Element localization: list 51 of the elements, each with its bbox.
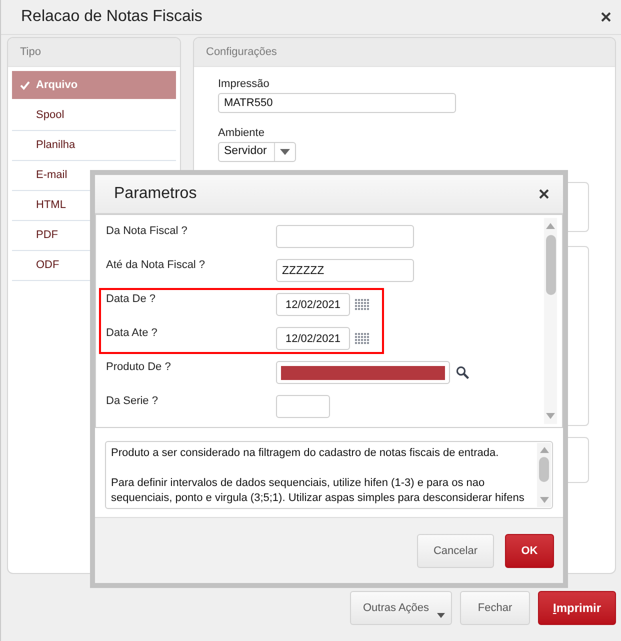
help-text-area[interactable]	[105, 441, 553, 509]
search-icon[interactable]	[456, 366, 469, 379]
scrollbar[interactable]	[537, 443, 551, 507]
dialog-title: Parametros	[114, 184, 198, 204]
panel-title: Configurações	[206, 44, 277, 60]
scrollbar-thumb[interactable]	[539, 457, 549, 482]
date-field[interactable]: 12/02/2021	[276, 293, 350, 316]
help-paragraph: Produto a ser considerado na filtragem do cadastro de notas fiscais de entrada.	[111, 446, 500, 461]
field-label: Impressão	[218, 77, 270, 91]
close-icon[interactable]	[539, 189, 549, 199]
type-option[interactable]: PDF	[36, 227, 58, 244]
check-icon	[20, 80, 30, 90]
dialog-button[interactable]: Cancelar	[417, 534, 494, 568]
date-field[interactable]: 12/02/2021	[276, 327, 350, 350]
scroll-up-icon[interactable]	[546, 223, 555, 229]
parameter-label: Data De ?	[106, 292, 157, 307]
scroll-down-icon[interactable]	[540, 497, 548, 503]
close-icon[interactable]	[601, 12, 611, 22]
text-field[interactable]: MATR550	[218, 93, 456, 113]
parameter-label: Data Ate ?	[106, 326, 158, 341]
parameter-label: Até da Nota Fiscal ?	[106, 258, 206, 273]
scrollbar-thumb[interactable]	[546, 235, 556, 295]
type-option[interactable]: E-mail	[36, 167, 68, 184]
text-field[interactable]	[276, 225, 414, 248]
action-button[interactable]: Outras Ações	[350, 591, 452, 625]
action-button[interactable]: Imprimir	[538, 591, 616, 625]
type-option[interactable]: Spool	[36, 107, 64, 124]
text-field[interactable]	[276, 395, 330, 418]
select-field[interactable]: Servidor	[218, 142, 296, 162]
dialog-button[interactable]: OK	[505, 534, 554, 568]
action-button[interactable]: Fechar	[460, 591, 530, 625]
scrollbar[interactable]	[544, 218, 557, 424]
text-field[interactable]: ZZZZZZ	[276, 259, 414, 282]
window-title: Relacao de Notas Fiscais	[21, 7, 204, 27]
lookup-field[interactable]	[276, 361, 450, 384]
caret-icon	[437, 613, 445, 618]
select-value: Servidor	[223, 144, 268, 160]
scroll-down-icon[interactable]	[546, 413, 555, 419]
calendar-icon[interactable]	[355, 333, 369, 344]
type-option[interactable]: HTML	[36, 197, 66, 214]
type-option[interactable]: Planilha	[36, 137, 76, 154]
parameter-label: Da Serie ?	[106, 394, 159, 409]
parameter-label: Da Nota Fiscal ?	[106, 224, 188, 239]
caret-icon	[280, 149, 290, 155]
field-label: Ambiente	[218, 126, 264, 140]
parameter-label: Produto De ?	[106, 360, 172, 375]
calendar-icon[interactable]	[355, 299, 369, 310]
type-option[interactable]: ODF	[36, 257, 60, 274]
panel-title: Tipo	[20, 44, 41, 60]
help-paragraph: Para definir intervalos de dados sequenciais, utilize hifen (1-3) e para os nao sequenciais, ponto e virgula (3;5;1). Utilizar aspas simples para desconsiderar hifens	[111, 476, 526, 506]
scroll-up-icon[interactable]	[540, 447, 548, 453]
